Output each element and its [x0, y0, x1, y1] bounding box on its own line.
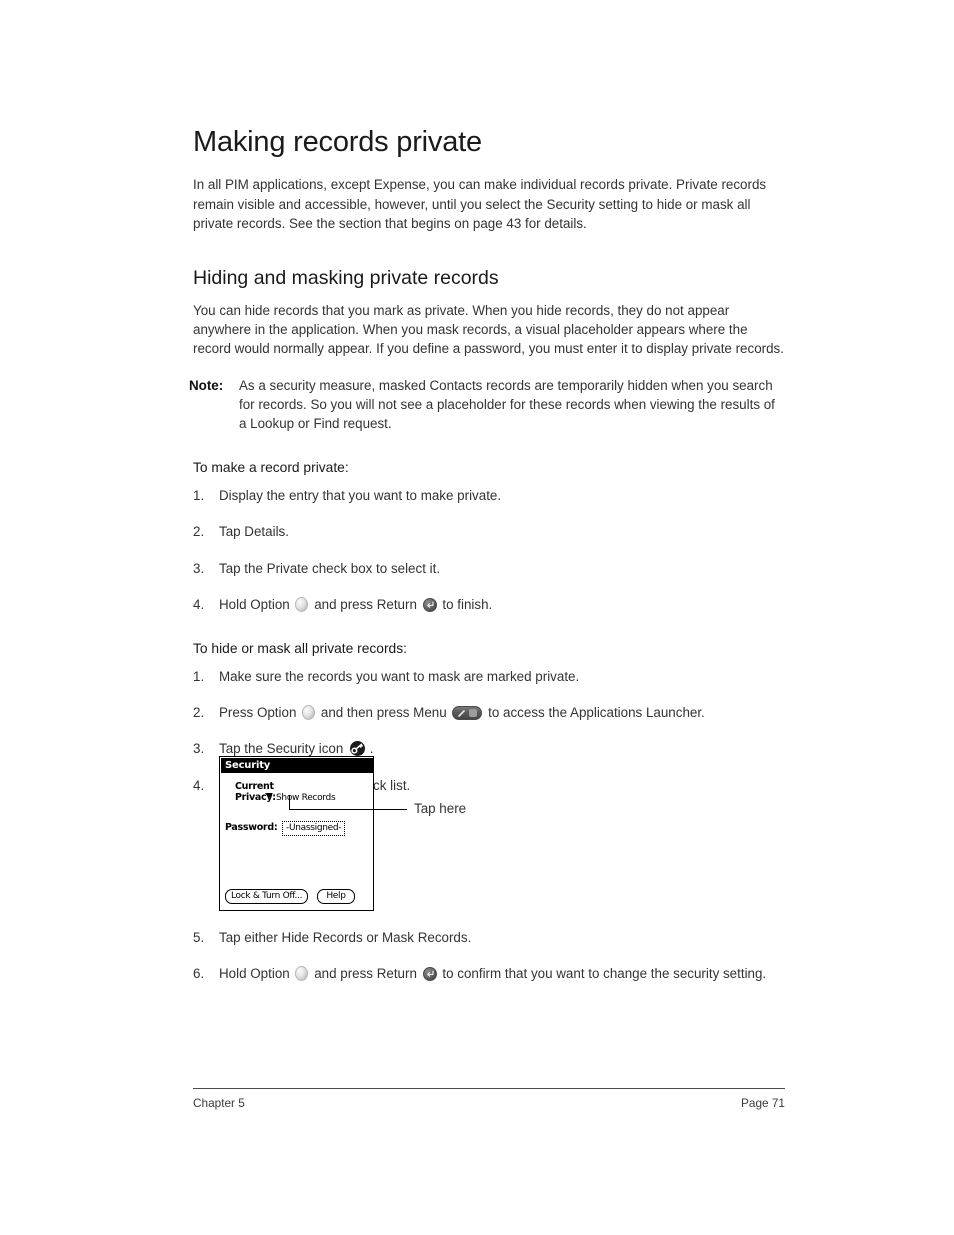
step-number: 3.: [193, 560, 205, 576]
step-text: Tap the Private check box to select it.: [219, 560, 441, 576]
callout-leader-vertical: [289, 795, 290, 810]
step-text-mid: and press Return: [314, 596, 417, 612]
password-field[interactable]: -Unassigned-: [282, 821, 346, 836]
step-text-prefix: Hold Option: [219, 596, 290, 612]
step-text: Tap Details.: [219, 524, 289, 540]
step-text-suffix: .: [369, 741, 374, 757]
procedure-one-heading: To make a record private:: [193, 460, 349, 476]
callout-label: Tap here: [414, 801, 467, 816]
security-dialog-figure: Security Current Privacy: Show Records P…: [219, 756, 374, 911]
intro-paragraph: In all PIM applications, except Expense,…: [193, 177, 767, 231]
page-footer: Chapter 5 Page 71: [193, 1088, 785, 1111]
picklist-value: Show Records: [276, 793, 336, 803]
footer-divider: [193, 1088, 785, 1089]
step-text-suffix: to finish.: [442, 596, 493, 612]
step-text-prefix: Hold Option: [219, 966, 290, 982]
step-number: 4.: [193, 596, 205, 612]
document-content: Making records private In all PIM applic…: [189, 126, 785, 795]
option-key-icon: [295, 596, 309, 612]
dialog-titlebar: Security: [221, 758, 373, 773]
option-key-icon: [302, 704, 316, 720]
step-text: Tap either Hide Records or Mask Records.: [219, 930, 472, 945]
page-title: Making records private: [193, 126, 482, 158]
footer-row: Chapter 5 Page 71: [193, 1095, 785, 1111]
password-label: Password:: [225, 822, 278, 833]
step-number: 1.: [193, 487, 205, 503]
step-text-mid: and press Return: [314, 966, 417, 982]
step-text-mid: and then press Menu: [320, 704, 447, 720]
lock-and-turn-off-button[interactable]: Lock & Turn Off...: [225, 889, 309, 904]
step-text-prefix: Tap the Security icon: [219, 741, 344, 757]
document-page: Making records private In all PIM applic…: [0, 0, 954, 1235]
procedure-one-steps: 1. Display the entry that you want to ma…: [193, 486, 785, 614]
step-number: 4.: [193, 777, 205, 793]
section-heading: Hiding and masking private records: [193, 267, 499, 290]
dialog-title: Security: [225, 760, 271, 771]
steps-after-figure: 5. Tap either Hide Records or Mask Recor…: [193, 928, 793, 984]
note-block: Note: As a security measure, masked Cont…: [189, 376, 785, 434]
note-label: Note:: [189, 377, 224, 393]
list-item: 1. Display the entry that you want to ma…: [193, 486, 785, 505]
procedure-two-heading: To hide or mask all private records:: [193, 641, 407, 657]
step-text-suffix: to access the Applications Launcher.: [488, 704, 705, 720]
menu-glyph: [469, 709, 478, 718]
return-key-icon: [422, 967, 437, 982]
list-item: 2. Press Option and then press Menu to a…: [193, 703, 785, 722]
step-number: 2.: [193, 704, 205, 720]
procedure-two-steps-continued: 5. Tap either Hide Records or Mask Recor…: [193, 928, 793, 1001]
list-item: 2. Tap Details.: [193, 522, 785, 541]
step-number: 6.: [193, 966, 205, 982]
pda-screen: Security Current Privacy: Show Records P…: [219, 756, 374, 911]
step-text-prefix: Press Option: [219, 704, 297, 720]
section-paragraph: You can hide records that you mark as pr…: [193, 302, 784, 357]
list-item: 3. Tap the Private check box to select i…: [193, 559, 785, 578]
step-text-suffix: to confirm that you want to change the s…: [442, 966, 767, 982]
security-key-icon: [350, 741, 366, 757]
step-text: Display the entry that you want to make …: [219, 487, 502, 503]
note-text: As a security measure, masked Contacts r…: [239, 377, 775, 432]
list-item: 4. Hold Option and press Return to finis…: [193, 595, 785, 614]
list-item: 6. Hold Option and press Return to confi…: [193, 964, 793, 983]
footer-chapter: Chapter 5: [193, 1096, 245, 1110]
step-number: 2.: [193, 524, 205, 540]
callout-leader-horizontal: [289, 809, 407, 810]
step-text: Make sure the records you want to mask a…: [219, 668, 580, 684]
option-key-icon: [295, 966, 309, 982]
list-item: 1. Make sure the records you want to mas…: [193, 667, 785, 686]
footer-page-number: Page 71: [741, 1096, 785, 1110]
current-privacy-picklist[interactable]: Show Records: [265, 792, 336, 804]
step-number: 3.: [193, 741, 205, 757]
chevron-down-icon: [265, 793, 273, 798]
return-key-icon: [422, 597, 437, 612]
menu-key-icon: [452, 705, 483, 720]
step-number: 1.: [193, 668, 205, 684]
list-item: 5. Tap either Hide Records or Mask Recor…: [193, 928, 793, 947]
help-button[interactable]: Help: [317, 889, 355, 904]
step-number: 5.: [193, 930, 205, 945]
